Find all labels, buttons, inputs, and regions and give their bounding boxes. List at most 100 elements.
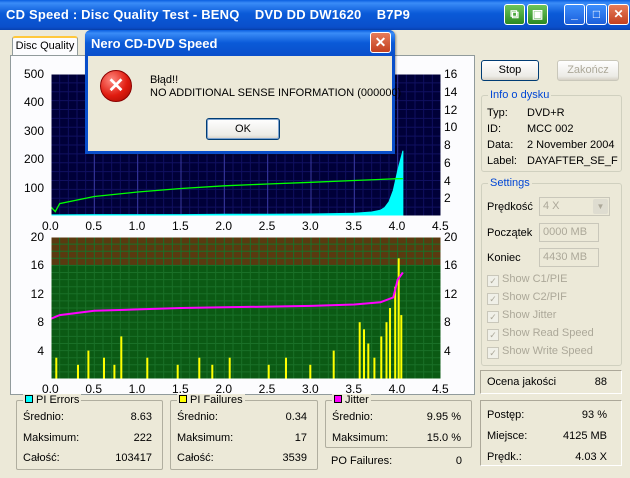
maximize-button[interactable]: □ (586, 4, 607, 25)
show-c2-checkbox[interactable]: ✓ Show C2/PIF (487, 291, 567, 305)
pi-errors-avg-value: 8.63 (130, 411, 152, 423)
start-input[interactable]: 0000 MB (539, 223, 599, 242)
pi-failure-bar (363, 329, 365, 379)
stop-button[interactable]: Stop (481, 60, 539, 81)
pi-errors-total-value: 103417 (115, 452, 152, 464)
settings-title: Settings (488, 177, 532, 189)
close-button[interactable]: ✕ (608, 4, 629, 25)
tab-disc-quality[interactable]: Disc Quality (12, 36, 78, 56)
pi-failure-bar (55, 357, 58, 379)
pi-failure-bar (228, 357, 231, 379)
x-tick-label: 3.0 (302, 219, 319, 233)
jitter-title: Jitter (332, 394, 371, 406)
dialog-message-title: Błąd!! (150, 74, 179, 86)
dialog-close-button[interactable]: ✕ (370, 32, 391, 53)
y-tick-label: 8 (37, 315, 44, 330)
jitter-max-value: 15.0 % (426, 432, 461, 444)
pi-errors-avg-label: Średnio: (23, 411, 64, 423)
jitter-stats: Jitter Średnio: 9.95 % Maksimum: 15.0 % (325, 394, 472, 448)
disc-label-value: DAYAFTER_SE_F (527, 155, 618, 167)
y-tick-label: 200 (23, 152, 44, 167)
show-c1-checkbox[interactable]: ✓ Show C1/PIE (487, 273, 567, 287)
y2-tick-label: 14 (444, 84, 458, 99)
pi-failures-max-label: Maksimum: (177, 432, 234, 444)
copy-icon[interactable]: ⧉ (504, 4, 525, 25)
disc-date-value: 2 November 2004 (527, 139, 615, 151)
speed-readout-value: 4.03 X (575, 451, 607, 463)
y2-tick-label: 8 (444, 138, 451, 152)
disc-id-value: MCC 002 (527, 123, 574, 135)
pi-errors-total-label: Całość: (23, 452, 60, 464)
pi-failure-bar (309, 364, 312, 379)
jitter-avg-label: Średnio: (332, 411, 373, 423)
y-tick-label: 300 (23, 123, 44, 138)
pi-failures-title: PI Failures (177, 394, 245, 406)
speed-select-value: 4 X (543, 200, 560, 212)
error-dialog: Nero CD-DVD Speed ✕ ✕ Błąd!! NO ADDITION… (85, 30, 401, 154)
x-tick-label: 2.0 (215, 219, 233, 233)
dialog-titlebar: Nero CD-DVD Speed ✕ (85, 30, 395, 56)
disc-id-label: ID: (487, 123, 502, 135)
show-write-speed-checkbox[interactable]: ✓ Show Write Speed (487, 345, 593, 359)
quality-value: 88 (594, 376, 607, 388)
y-tick-label: 20 (30, 230, 44, 244)
position-value: 4125 MB (562, 430, 607, 442)
y2-tick-label: 12 (444, 286, 458, 301)
disc-info-group: Info o dysku Typ: DVD+R ID: MCC 002 Data… (481, 89, 622, 172)
pi-errors-max-label: Maksimum: (23, 432, 80, 444)
pi-failure-bar (358, 322, 361, 379)
speed-readout-label: Prędk.: (487, 451, 522, 463)
end-input[interactable]: 4430 MB (539, 248, 599, 267)
checkbox-icon: ✓ (487, 293, 499, 305)
pi-failure-bar (332, 350, 335, 379)
x-tick-label: 2.5 (258, 219, 276, 233)
show-read-speed-checkbox[interactable]: ✓ Show Read Speed (487, 327, 594, 341)
checkbox-icon: ✓ (487, 329, 499, 341)
pi-errors-max-value: 222 (133, 432, 152, 444)
disc-type-value: DVD+R (527, 107, 565, 119)
show-read-speed-label: Show Read Speed (502, 327, 594, 339)
po-failures-label: PO Failures: (331, 455, 393, 467)
y2-tick-label: 10 (444, 120, 458, 135)
speed-label: Prędkość (487, 201, 533, 213)
show-jitter-checkbox[interactable]: ✓ Show Jitter (487, 309, 556, 323)
show-c1-label: Show C1/PIE (502, 273, 568, 285)
show-jitter-label: Show Jitter (502, 309, 557, 321)
pi-failure-bar (373, 357, 376, 379)
x-tick-label: 1.0 (128, 219, 146, 233)
pi-errors-stats: PI Errors Średnio: 8.63 Maksimum: 222 Ca… (16, 394, 163, 470)
pi-failure-bar (87, 350, 90, 379)
minimize-button[interactable]: _ (564, 4, 585, 25)
position-label: Miejsce: (487, 430, 528, 442)
pi-failures-max-value: 17 (294, 432, 307, 444)
pi-failures-avg-label: Średnio: (177, 411, 218, 423)
disc-label-label: Label: (487, 155, 517, 167)
y2-tick-label: 16 (444, 258, 458, 273)
save-icon[interactable]: ▣ (527, 4, 548, 25)
x-tick-label: 4.0 (388, 219, 406, 233)
y2-tick-label: 2 (444, 191, 451, 206)
pi-failures-total-label: Całość: (177, 452, 214, 464)
show-c2-label: Show C2/PIF (502, 291, 567, 303)
jitter-max-label: Maksimum: (332, 432, 389, 444)
progress-label: Postęp: (487, 409, 525, 421)
jitter-title-text: Jitter (345, 394, 369, 406)
end-label: Koniec (487, 252, 521, 264)
pi-failure-bar (176, 364, 179, 379)
progress-value: 93 % (581, 409, 607, 421)
quality-label: Ocena jakości (487, 376, 557, 388)
pi-failure-bar (113, 364, 116, 379)
x-tick-label: 0.0 (42, 219, 59, 233)
x-tick-label: 4.5 (432, 382, 449, 396)
ok-button[interactable]: OK (206, 118, 280, 140)
y-tick-label: 4 (37, 343, 44, 358)
pi-failure-bar (400, 315, 403, 379)
y2-tick-label: 8 (444, 315, 451, 330)
start-label: Początek (487, 227, 533, 239)
y2-tick-label: 12 (444, 102, 458, 117)
finish-button[interactable]: Zakończ (557, 60, 619, 81)
disc-info-title: Info o dysku (488, 89, 552, 101)
speed-select[interactable]: 4 X ▼ (539, 197, 610, 216)
pi-errors-title: PI Errors (23, 394, 82, 406)
pi-failure-bar (267, 364, 270, 379)
